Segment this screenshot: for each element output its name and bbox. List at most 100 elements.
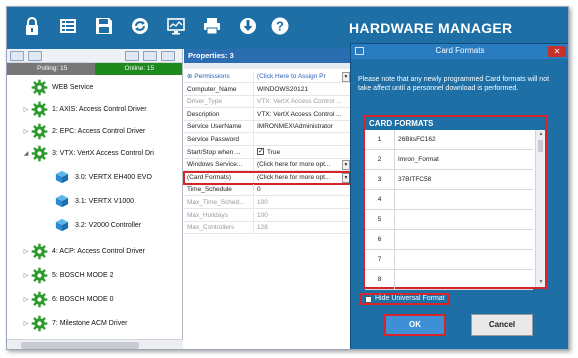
card-formats-scrollbar[interactable]: ▲ ▼: [535, 130, 545, 287]
tree-node[interactable]: ▷ 5: BOSCH MODE 2: [7, 265, 177, 285]
expand-icon[interactable]: [143, 51, 157, 61]
list-icon[interactable]: [57, 15, 79, 37]
card-format-row[interactable]: 2 Imron_Format: [365, 150, 533, 170]
tree-horizontal-scrollbar[interactable]: [7, 339, 183, 349]
save-icon[interactable]: [93, 15, 115, 37]
property-row[interactable]: ⊕ Permissions (Click Here to Assign Pr ▼: [184, 71, 350, 83]
card-format-row[interactable]: 7: [365, 250, 533, 270]
property-value[interactable]: (Click here for more opt...: [254, 172, 342, 183]
sort-icon[interactable]: [161, 51, 175, 61]
card-format-row[interactable]: 1 26BitsFC162: [365, 130, 533, 150]
card-format-name[interactable]: 37BITFC58: [395, 170, 533, 189]
card-format-name[interactable]: 26BitsFC162: [395, 130, 533, 149]
checkbox-checked-icon[interactable]: [257, 147, 264, 158]
property-row[interactable]: Description VTX: VertX Access Control ...: [184, 108, 350, 121]
property-value[interactable]: 0: [254, 184, 350, 195]
tree-expander-icon[interactable]: ▷: [21, 106, 31, 113]
card-format-name[interactable]: [395, 210, 533, 229]
tree-node[interactable]: ▷ 1: AXIS: Access Control Driver: [7, 99, 177, 119]
property-value[interactable]: VTX: VertX Access Control ...: [254, 109, 350, 120]
tree-node[interactable]: 3.0: VERTX EH400 EVO: [7, 167, 177, 187]
tree-node-label: 3: VTX: VertX Access Control Dri: [52, 149, 154, 157]
card-format-name[interactable]: [395, 230, 533, 249]
property-row[interactable]: Service Password: [184, 134, 350, 146]
property-value[interactable]: (Click here for more opt...: [254, 159, 342, 170]
tree-expander-icon[interactable]: ▷: [21, 296, 31, 303]
property-row[interactable]: Max_Time_Sched... 100: [184, 197, 350, 209]
hide-universal-format-checkbox[interactable]: Hide Universal Format: [360, 293, 450, 305]
property-value[interactable]: 100: [254, 210, 350, 221]
checkbox-box[interactable]: [365, 295, 372, 303]
property-row[interactable]: Computer_Name WINDOWS20121: [184, 83, 350, 96]
property-row[interactable]: Max_Holidays 100: [184, 209, 350, 222]
card-format-name[interactable]: [395, 250, 533, 269]
property-row[interactable]: Windows Service... (Click here for more o…: [184, 159, 350, 172]
card-format-row[interactable]: 6: [365, 230, 533, 250]
property-row[interactable]: Driver_Type VTX: VertX Access Control ...: [184, 96, 350, 109]
controller-cube-icon: [55, 194, 75, 208]
property-value[interactable]: (Click Here to Assign Pr: [254, 71, 342, 82]
refresh-icon[interactable]: [129, 15, 151, 37]
card-formats-list: CARD FORMATS 1 26BitsFC162 2 Imron_Format 3 3…: [363, 115, 547, 290]
property-value[interactable]: True: [254, 147, 350, 158]
property-row[interactable]: Service UserName IMRONMEX\Administrator: [184, 121, 350, 134]
list-view-button[interactable]: [28, 51, 42, 61]
cancel-button[interactable]: Cancel: [471, 314, 533, 336]
property-row[interactable]: Max_Controllers 128: [184, 222, 350, 235]
dropdown-arrow-icon[interactable]: ▼: [342, 160, 350, 171]
property-name: Driver_Type: [184, 96, 254, 108]
property-row[interactable]: Time_Schedule 0: [184, 184, 350, 197]
card-format-name[interactable]: Imron_Format: [395, 150, 533, 169]
tree-node[interactable]: ◢ 3: VTX: VertX Access Control Dri: [7, 143, 177, 163]
ok-button[interactable]: OK: [384, 314, 446, 336]
grid-view-button[interactable]: [10, 51, 24, 61]
property-value[interactable]: 128: [254, 222, 350, 233]
card-format-name[interactable]: [395, 190, 533, 209]
tree-expander-icon[interactable]: ▷: [21, 248, 31, 255]
property-row[interactable]: Start/Stop when ... True: [184, 146, 350, 159]
property-row[interactable]: (Card Formats) (Click here for more opt..…: [183, 170, 351, 185]
tree-node[interactable]: ▷ 7: Milestone ACM Driver: [7, 313, 177, 333]
card-format-index: 4: [365, 190, 395, 209]
property-name: Time_Schedule: [184, 184, 254, 196]
tree-node[interactable]: 3.1: VERTX V1000: [7, 191, 177, 211]
tree-expander-icon[interactable]: ◢: [21, 150, 31, 157]
tree-expander-icon[interactable]: ▷: [21, 128, 31, 135]
online-count: Online: 15: [94, 63, 182, 75]
property-value[interactable]: [254, 134, 350, 145]
lock-icon[interactable]: [21, 15, 43, 37]
tree-node[interactable]: 3.2: V2000 Controller: [7, 215, 177, 235]
property-value[interactable]: IMRONMEX\Administrator: [254, 121, 350, 132]
dropdown-arrow-icon[interactable]: ▼: [342, 72, 350, 82]
property-value[interactable]: 100: [254, 197, 350, 208]
property-name: Windows Service...: [184, 159, 254, 171]
property-name: (Card Formats): [184, 171, 254, 183]
card-format-row[interactable]: 8: [365, 270, 533, 290]
scroll-thumb[interactable]: [538, 140, 543, 152]
tree-node[interactable]: ▷ 6: BOSCH MODE 0: [7, 289, 177, 309]
tree-node[interactable]: ▷ 4: ACP: Access Control Driver: [7, 241, 177, 261]
card-format-row[interactable]: 4: [365, 190, 533, 210]
card-format-row[interactable]: 5: [365, 210, 533, 230]
card-format-name[interactable]: [395, 270, 533, 289]
dialog-note: Please note that any newly programmed Ca…: [358, 76, 550, 92]
tree-node[interactable]: WEB Service: [7, 77, 177, 97]
tree-expander-icon[interactable]: ▷: [21, 272, 31, 279]
dropdown-arrow-icon[interactable]: ▼: [342, 172, 350, 183]
property-value[interactable]: VTX: VertX Access Control ...: [254, 96, 350, 107]
scroll-up-icon[interactable]: ▲: [536, 130, 546, 139]
tree-expander-icon[interactable]: ▷: [21, 320, 31, 327]
download-icon[interactable]: [237, 15, 259, 37]
scroll-down-icon[interactable]: ▼: [536, 278, 546, 287]
tree-node[interactable]: ▷ 2: EPC: Access Control Driver: [7, 121, 177, 141]
search-icon[interactable]: [125, 51, 139, 61]
status-row: Polling: 15 Online: 15: [7, 63, 182, 75]
card-format-row[interactable]: 3 37BITFC58: [365, 170, 533, 190]
monitor-icon[interactable]: [165, 15, 187, 37]
property-value-text: True: [267, 148, 281, 156]
property-value[interactable]: WINDOWS20121: [254, 84, 350, 95]
help-icon[interactable]: ?: [269, 15, 291, 37]
properties-header: Properties: 3: [184, 49, 350, 63]
close-button[interactable]: ✕: [548, 46, 566, 57]
printer-icon[interactable]: [201, 15, 223, 37]
